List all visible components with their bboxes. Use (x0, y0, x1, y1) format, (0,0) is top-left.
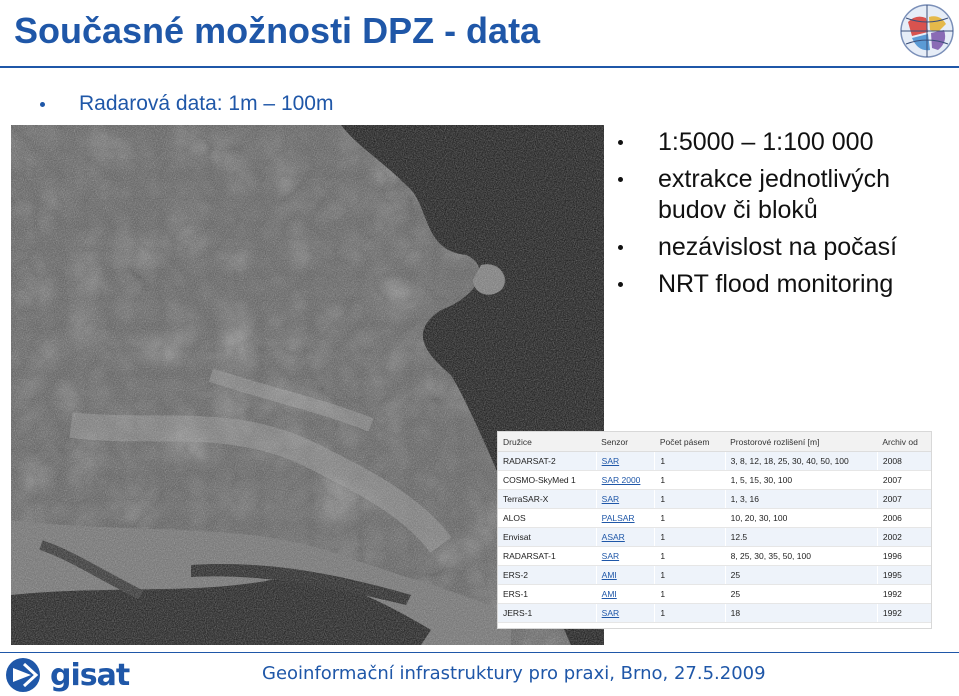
cell-pasma: 1 (654, 546, 726, 566)
cell-archiv: 1996 (876, 546, 931, 566)
gisat-logo-icon (6, 658, 40, 692)
table-row: COSMO-SkyMed 1 SAR 2000 1 1, 5, 15, 30, … (498, 470, 931, 490)
cell-archiv: 1995 (876, 565, 931, 585)
sensor-link[interactable]: SAR (595, 489, 655, 509)
cell-druzice: Envisat (498, 527, 597, 547)
table-row: TerraSAR-X SAR 1 1, 3, 16 2007 (498, 489, 931, 509)
col-header-druzice[interactable]: Družice (498, 432, 597, 452)
cell-rozliseni: 25 (724, 565, 878, 585)
bullet-item: NRT flood monitoring (612, 269, 952, 300)
cell-rozliseni: 8, 25, 30, 35, 50, 100 (724, 546, 878, 566)
bullet-item: 1:5000 – 1:100 000 (612, 127, 952, 158)
cell-pasma: 1 (654, 565, 726, 585)
globe-icon (900, 4, 954, 58)
cell-rozliseni: 12.5 (724, 527, 878, 547)
cell-pasma: 1 (654, 527, 726, 547)
cell-rozliseni: 18 (724, 603, 878, 623)
cell-pasma: 1 (654, 508, 726, 528)
cell-druzice: RADARSAT-2 (498, 451, 597, 471)
top-divider (0, 66, 959, 68)
footer-text: Geoinformační infrastruktury pro praxi, … (262, 663, 766, 684)
cell-archiv: 2002 (876, 527, 931, 547)
cell-druzice: JERS-1 (498, 603, 597, 623)
col-header-pocet-pasem[interactable]: Počet pásem (654, 432, 726, 452)
cell-archiv: 1992 (876, 603, 931, 623)
cell-druzice: RADARSAT-1 (498, 546, 597, 566)
satellite-table: Družice Senzor Počet pásem Prostorové ro… (497, 431, 932, 629)
table-row: RADARSAT-2 SAR 1 3, 8, 12, 18, 25, 30, 4… (498, 451, 931, 471)
bottom-divider (0, 652, 959, 653)
col-header-senzor[interactable]: Senzor (596, 432, 655, 452)
col-header-archiv[interactable]: Archiv od (877, 432, 931, 452)
cell-pasma: 1 (654, 451, 726, 471)
cell-rozliseni: 1, 3, 16 (724, 489, 878, 509)
table-row: ALOS PALSAR 1 10, 20, 30, 100 2006 (498, 508, 931, 528)
cell-druzice: ERS-2 (498, 565, 597, 585)
cell-pasma: 1 (654, 603, 726, 623)
bullet-list: 1:5000 – 1:100 000 extrakce jednotlivých… (612, 127, 952, 306)
sensor-link[interactable]: ASAR (595, 527, 655, 547)
cell-rozliseni: 10, 20, 30, 100 (724, 508, 878, 528)
sensor-link[interactable]: PALSAR (595, 508, 655, 528)
slide-title: Současné možnosti DPZ - data (14, 10, 541, 51)
subtitle-bullet: Radarová data: 1m – 100m (40, 92, 333, 116)
table-header-row: Družice Senzor Počet pásem Prostorové ro… (498, 432, 931, 452)
bullet-item: nezávislost na počasí (612, 232, 952, 263)
cell-druzice: TerraSAR-X (498, 489, 597, 509)
cell-archiv: 2006 (876, 508, 931, 528)
cell-rozliseni: 1, 5, 15, 30, 100 (724, 470, 878, 490)
cell-rozliseni: 3, 8, 12, 18, 25, 30, 40, 50, 100 (724, 451, 878, 471)
cell-archiv: 2008 (876, 451, 931, 471)
sensor-link[interactable]: SAR (595, 603, 655, 623)
sensor-link[interactable]: AMI (595, 565, 655, 585)
sensor-link[interactable]: SAR 2000 (595, 470, 655, 490)
sensor-link[interactable]: SAR (595, 546, 655, 566)
cell-archiv: 1992 (876, 584, 931, 604)
cell-pasma: 1 (654, 489, 726, 509)
cell-pasma: 1 (654, 584, 726, 604)
cell-druzice: ERS-1 (498, 584, 597, 604)
table-row: Envisat ASAR 1 12.5 2002 (498, 527, 931, 547)
sensor-link[interactable]: AMI (595, 584, 655, 604)
logo-text: gisat (50, 657, 130, 693)
cell-archiv: 2007 (876, 489, 931, 509)
table-row: ERS-2 AMI 1 25 1995 (498, 565, 931, 585)
bullet-item: extrakce jednotlivých budov či bloků (612, 164, 952, 226)
cell-rozliseni: 25 (724, 584, 878, 604)
sensor-link[interactable]: SAR (595, 451, 655, 471)
cell-pasma: 1 (654, 470, 726, 490)
bullet-dot (40, 101, 45, 107)
table-row: JERS-1 SAR 1 18 1992 (498, 603, 931, 623)
cell-druzice: ALOS (498, 508, 597, 528)
subtitle-text: Radarová data: 1m – 100m (79, 92, 334, 115)
table-row: RADARSAT-1 SAR 1 8, 25, 30, 35, 50, 100 … (498, 546, 931, 566)
col-header-rozliseni[interactable]: Prostorové rozlišení [m] (725, 432, 878, 452)
cell-druzice: COSMO-SkyMed 1 (498, 470, 597, 490)
gisat-logo: gisat (4, 656, 130, 694)
table-row: ERS-1 AMI 1 25 1992 (498, 584, 931, 604)
cell-archiv: 2007 (876, 470, 931, 490)
